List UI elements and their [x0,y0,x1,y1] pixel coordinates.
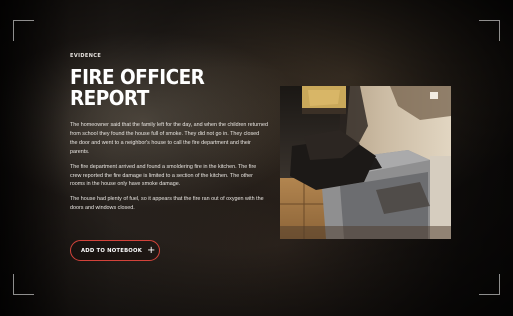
burned-kitchen-photo [280,86,451,239]
plus-icon: + [147,244,156,256]
add-to-notebook-label: ADD TO NOTEBOOK [81,247,143,254]
report-paragraph-3: The house had plenty of fuel, so it appe… [70,196,264,212]
page-title: FIRE OFFICER REPORT [70,67,248,109]
page-title-line-1: FIRE OFFICER [70,65,205,89]
page-title-line-2: REPORT [70,86,149,110]
frame-corner-bottom-left [13,274,34,295]
frame-corner-top-left [13,20,34,41]
report-paragraph-2: The fire department arrived and found a … [70,163,257,188]
report-paragraph-1: The homeowner said that the family left … [70,122,268,155]
evidence-screen: EVIDENCE FIRE OFFICER REPORT The homeown… [0,0,513,316]
frame-corner-bottom-right [479,274,500,295]
add-to-notebook-button[interactable]: ADD TO NOTEBOOK + [70,240,160,261]
evidence-label: EVIDENCE [70,53,102,59]
evidence-panel: EVIDENCE FIRE OFFICER REPORT The homeown… [70,53,268,219]
frame-corner-top-right [479,20,500,41]
